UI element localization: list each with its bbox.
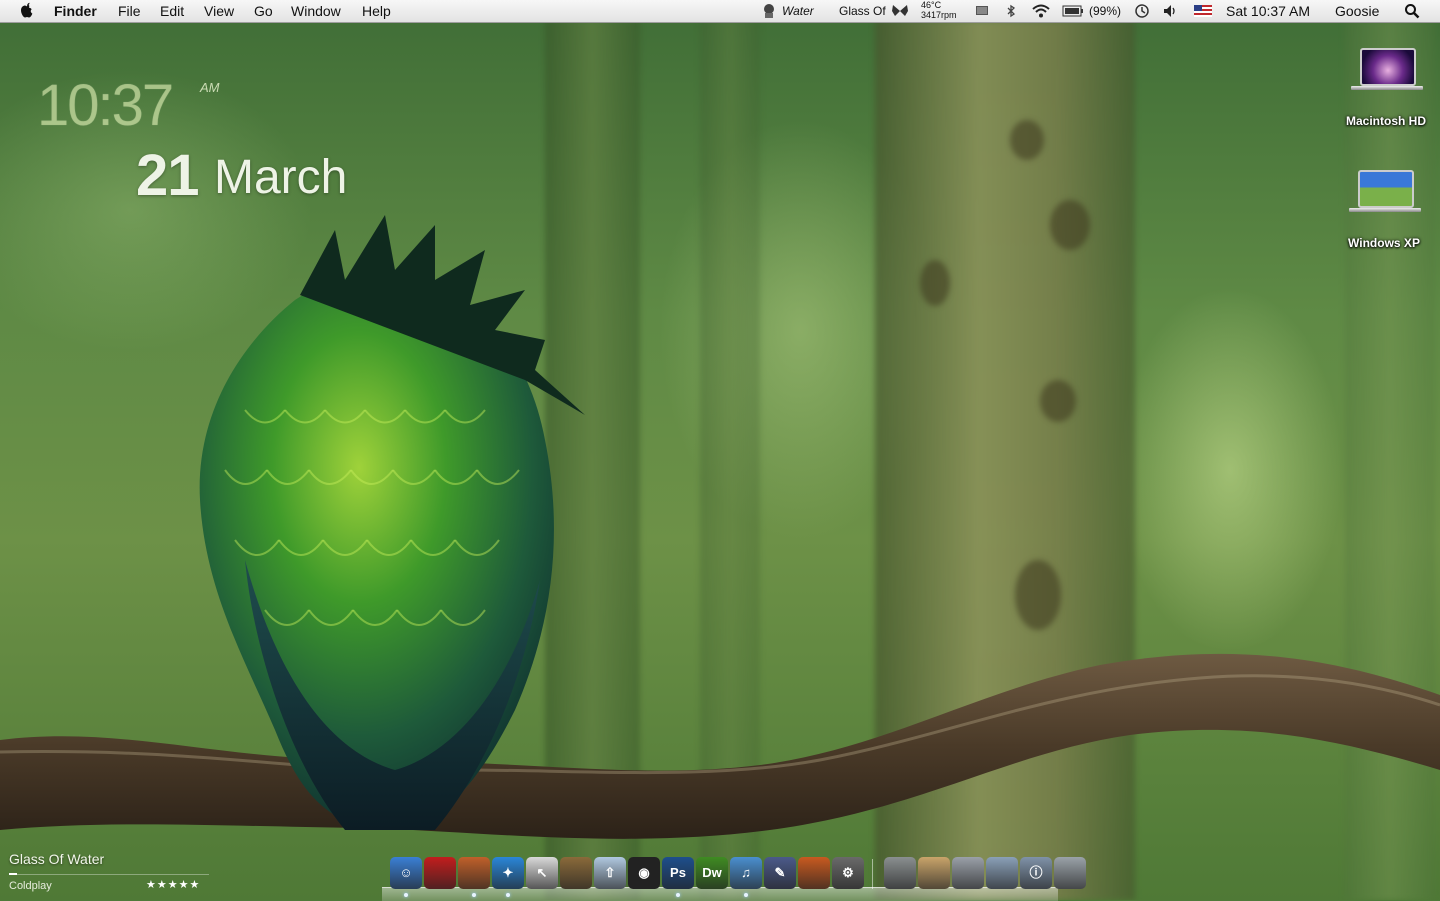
menu-view[interactable]: View	[204, 0, 234, 22]
hard-drive-icon	[1360, 48, 1416, 86]
volume-icon[interactable]	[1163, 0, 1179, 22]
weather-icon[interactable]	[762, 0, 776, 22]
dock-system-preferences-icon[interactable]: ⚙	[832, 857, 864, 889]
weather-status[interactable]: Water	[782, 0, 814, 22]
now-playing-track[interactable]	[9, 874, 209, 875]
desktop-wallpaper	[0, 0, 1440, 900]
temperature-monitor[interactable]: 46°C 3417rpm	[921, 0, 957, 20]
desktop-icon-label: Macintosh HD	[1345, 114, 1426, 128]
user-menu[interactable]: Goosie	[1335, 0, 1379, 22]
dock-running-indicator	[744, 893, 748, 897]
desktop-icon-label: Windows XP	[1348, 236, 1420, 250]
clock-widget-month: March	[214, 151, 348, 204]
now-playing-artist: Coldplay	[9, 880, 52, 892]
clock-widget-day: 21	[136, 143, 200, 208]
temperature-value: 46°C	[921, 0, 942, 10]
dock-safari-icon[interactable]: ✦	[492, 857, 524, 889]
apple-icon[interactable]	[18, 0, 36, 22]
menu-help[interactable]: Help	[362, 0, 391, 22]
dock-running-indicator	[676, 893, 680, 897]
dock-character-app-icon[interactable]	[458, 857, 490, 889]
dock-dreamweaver-icon[interactable]: Dw	[696, 857, 728, 889]
clock-widget-ampm: AM	[200, 80, 220, 95]
dock-iphoto-icon[interactable]	[560, 857, 592, 889]
laptop-base	[1349, 208, 1421, 212]
dock-pen-app-icon[interactable]: ✎	[764, 857, 796, 889]
fan-speed-value: 3417rpm	[921, 10, 957, 20]
battery-icon[interactable]	[1062, 0, 1084, 22]
dock-running-indicator	[472, 893, 476, 897]
time-machine-icon[interactable]	[1134, 0, 1150, 22]
menubar-clock[interactable]: Sat 10:37 AM	[1226, 0, 1310, 22]
clock-widget-time: 10:37	[37, 73, 174, 138]
display-icon[interactable]	[975, 0, 989, 22]
menu-go[interactable]: Go	[254, 0, 273, 22]
dock-running-indicator	[404, 893, 408, 897]
dock-cursor-app-icon[interactable]: ↖	[526, 857, 558, 889]
dock-flickr-uploadr-icon[interactable]: ⇧	[594, 857, 626, 889]
desktop-icon-macintosh-hd[interactable]: Macintosh HD	[1326, 44, 1440, 134]
now-playing-rating[interactable]: ★★★★★	[146, 878, 200, 891]
menu-edit[interactable]: Edit	[160, 0, 184, 22]
spotlight-icon[interactable]	[1404, 0, 1420, 22]
windows-drive-icon	[1358, 170, 1414, 208]
butterfly-icon[interactable]	[891, 0, 909, 22]
dock-photoshop-icon[interactable]: Ps	[662, 857, 694, 889]
dock-camera-app-icon[interactable]: ◉	[628, 857, 660, 889]
battery-percentage[interactable]: (99%)	[1089, 0, 1121, 22]
dock-documents-stack-icon[interactable]	[918, 857, 950, 889]
menu-file[interactable]: File	[118, 0, 141, 22]
dock-photobooth-icon[interactable]	[424, 857, 456, 889]
menu-bar: Finder File Edit View Go Window Help Wat…	[0, 0, 1440, 23]
dock-pictures-stack-icon[interactable]	[952, 857, 984, 889]
bird-illustration	[199, 215, 585, 830]
dock-utilities-stack-icon[interactable]	[884, 857, 916, 889]
app-menu-finder[interactable]: Finder	[54, 0, 97, 22]
dock-separator	[872, 859, 873, 889]
now-playing-menu[interactable]: Glass Of	[839, 0, 886, 22]
dock-itunes-icon[interactable]: ♫	[730, 857, 762, 889]
menu-window[interactable]: Window	[291, 0, 341, 22]
dock-info-stack-icon[interactable]: ⓘ	[1020, 857, 1052, 889]
dock-finder-icon[interactable]: ☺	[390, 857, 422, 889]
now-playing-title: Glass Of Water	[9, 851, 105, 867]
dock-trash-icon[interactable]	[1054, 857, 1086, 889]
flag-icon[interactable]	[1194, 5, 1212, 17]
bluetooth-icon[interactable]	[1004, 0, 1018, 22]
desktop-icon-windows-xp[interactable]: Windows XP	[1324, 166, 1440, 256]
now-playing-progress[interactable]	[9, 873, 17, 875]
laptop-base	[1351, 86, 1423, 90]
dock-running-indicator	[506, 893, 510, 897]
dock	[382, 887, 1058, 901]
wifi-icon[interactable]	[1031, 0, 1051, 22]
dock-keynote-icon[interactable]	[798, 857, 830, 889]
dock-downloads-stack-icon[interactable]	[986, 857, 1018, 889]
